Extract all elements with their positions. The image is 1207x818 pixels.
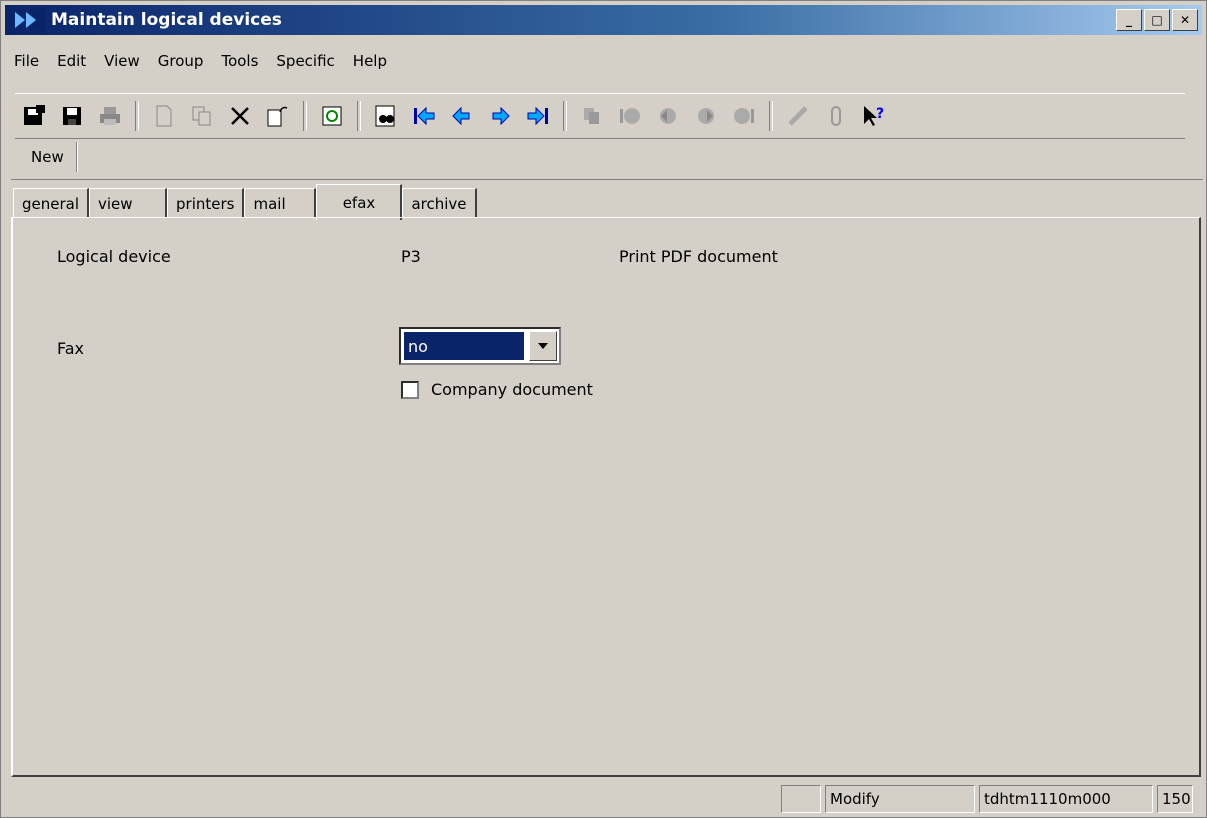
save-close-button[interactable] [15, 99, 53, 133]
next-record-icon [492, 106, 510, 126]
toolbar: ? [15, 93, 1185, 139]
app-icon [11, 9, 45, 31]
tab-mail[interactable]: mail [244, 188, 317, 218]
first-group-button[interactable] [611, 99, 649, 133]
new-button[interactable]: New [19, 142, 77, 172]
save-button[interactable] [53, 99, 91, 133]
last-group-icon [734, 108, 754, 124]
tab-archive[interactable]: archive [402, 188, 477, 218]
find-button[interactable] [367, 99, 405, 133]
attachment-icon [831, 106, 841, 126]
maximize-button[interactable]: □ [1144, 9, 1170, 31]
new-document-button[interactable] [145, 99, 183, 133]
delete-icon [231, 107, 249, 125]
chevron-down-icon [538, 343, 548, 349]
next-record-button[interactable] [481, 99, 519, 133]
tab-strip: general view printers mail efax archive [13, 184, 477, 220]
status-indicator [781, 785, 821, 813]
svg-text:?: ? [876, 106, 884, 122]
text-icon [788, 106, 808, 126]
previous-group-icon [660, 108, 676, 124]
toolbar-separator [357, 101, 361, 131]
previous-record-button[interactable] [443, 99, 481, 133]
window-title: Maintain logical devices [51, 10, 282, 30]
text-button[interactable] [779, 99, 817, 133]
first-record-button[interactable] [405, 99, 443, 133]
logical-device-value: P3 [401, 247, 421, 266]
print-button[interactable] [91, 99, 129, 133]
fax-select-value: no [404, 332, 524, 360]
close-button[interactable]: ✕ [1172, 9, 1198, 31]
duplicate-button[interactable] [183, 99, 221, 133]
toolbar-separator [135, 101, 139, 131]
logical-device-label: Logical device [57, 247, 171, 266]
delete-button[interactable] [221, 99, 259, 133]
new-document-icon [156, 105, 172, 127]
last-record-button[interactable] [519, 99, 557, 133]
close-icon: ✕ [1179, 13, 1191, 27]
next-group-icon [698, 108, 714, 124]
last-record-icon [527, 106, 548, 126]
first-record-icon [414, 106, 435, 126]
status-session: tdhtm1110m000 [979, 785, 1153, 813]
first-group-icon [620, 108, 640, 124]
status-message [5, 785, 777, 813]
save-icon [63, 107, 81, 125]
logical-device-description: Print PDF document [619, 247, 778, 266]
minimize-button[interactable]: _ [1116, 9, 1142, 31]
refresh-button[interactable] [313, 99, 351, 133]
dropdown-button[interactable] [529, 331, 557, 361]
properties-button[interactable] [259, 99, 297, 133]
menu-tools[interactable]: Tools [212, 52, 267, 70]
maximize-icon: □ [1151, 13, 1163, 27]
help-pointer-button[interactable]: ? [855, 99, 893, 133]
group-duplicate-button[interactable] [573, 99, 611, 133]
tab-view[interactable]: view [89, 188, 168, 218]
toolbar-separator [563, 101, 567, 131]
properties-icon [267, 106, 288, 127]
menu-bar: File Edit View Group Tools Specific Help [5, 41, 396, 81]
menu-edit[interactable]: Edit [48, 52, 95, 70]
refresh-icon [322, 106, 342, 126]
menu-help[interactable]: Help [344, 52, 396, 70]
status-number: 150 [1157, 785, 1193, 813]
minimize-icon: _ [1126, 13, 1132, 27]
previous-group-button[interactable] [649, 99, 687, 133]
status-mode: Modify [825, 785, 975, 813]
fax-select[interactable]: no [399, 327, 561, 365]
group-duplicate-icon [584, 108, 599, 124]
menu-view[interactable]: View [95, 52, 149, 70]
tab-efax[interactable]: efax [316, 184, 403, 220]
tab-divider [11, 179, 1203, 180]
find-icon [375, 105, 395, 127]
title-bar: Maintain logical devices _ □ ✕ [5, 5, 1202, 35]
status-bar: Modify tdhtm1110m000 150 [5, 783, 1204, 815]
last-group-button[interactable] [725, 99, 763, 133]
toolbar-separator [769, 101, 773, 131]
fax-label: Fax [57, 339, 85, 358]
next-group-button[interactable] [687, 99, 725, 133]
menu-specific[interactable]: Specific [267, 52, 343, 70]
toolbar-separator [303, 101, 307, 131]
save-close-icon [24, 105, 45, 125]
company-document-checkbox[interactable] [401, 381, 419, 399]
previous-record-icon [452, 106, 470, 126]
company-document-label: Company document [431, 380, 593, 399]
menu-file[interactable]: File [5, 52, 48, 70]
main-window: Maintain logical devices _ □ ✕ File Edit… [0, 0, 1207, 818]
print-icon [100, 107, 120, 125]
menu-group[interactable]: Group [149, 52, 213, 70]
tab-general[interactable]: general [13, 188, 90, 218]
attachment-button[interactable] [817, 99, 855, 133]
duplicate-icon [192, 106, 211, 126]
efax-panel [11, 217, 1201, 777]
help-pointer-icon: ? [864, 106, 884, 126]
tab-printers[interactable]: printers [167, 188, 245, 218]
